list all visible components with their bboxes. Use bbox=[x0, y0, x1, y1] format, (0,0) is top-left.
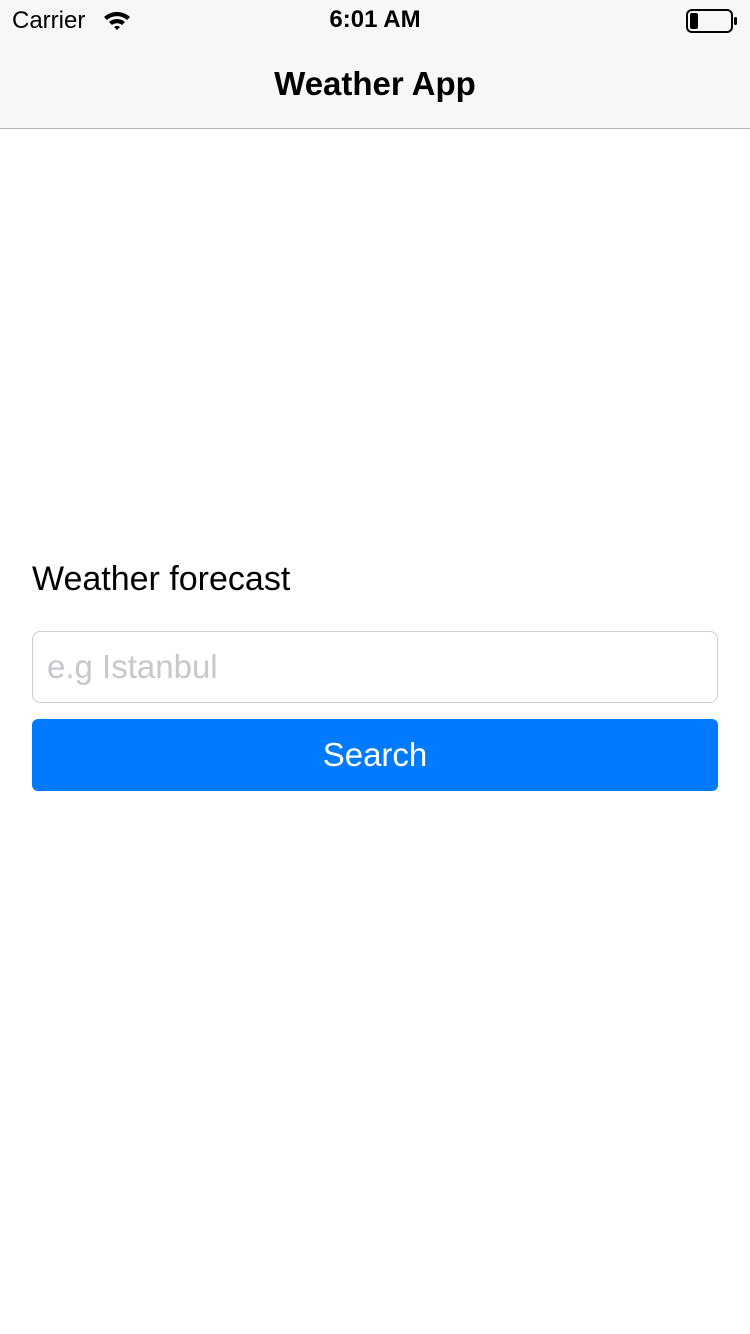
navigation-bar: Weather App bbox=[0, 40, 750, 129]
city-search-input[interactable] bbox=[32, 631, 718, 703]
battery-icon bbox=[686, 9, 738, 33]
status-bar: Carrier 6:01 AM bbox=[0, 0, 750, 40]
status-time: 6:01 AM bbox=[329, 6, 421, 33]
screen: Carrier 6:01 AM Weather App Weather fore… bbox=[0, 0, 750, 1334]
weather-forecast-label: Weather forecast bbox=[32, 560, 291, 598]
nav-title: Weather App bbox=[274, 65, 476, 102]
search-button[interactable]: Search bbox=[32, 719, 718, 791]
